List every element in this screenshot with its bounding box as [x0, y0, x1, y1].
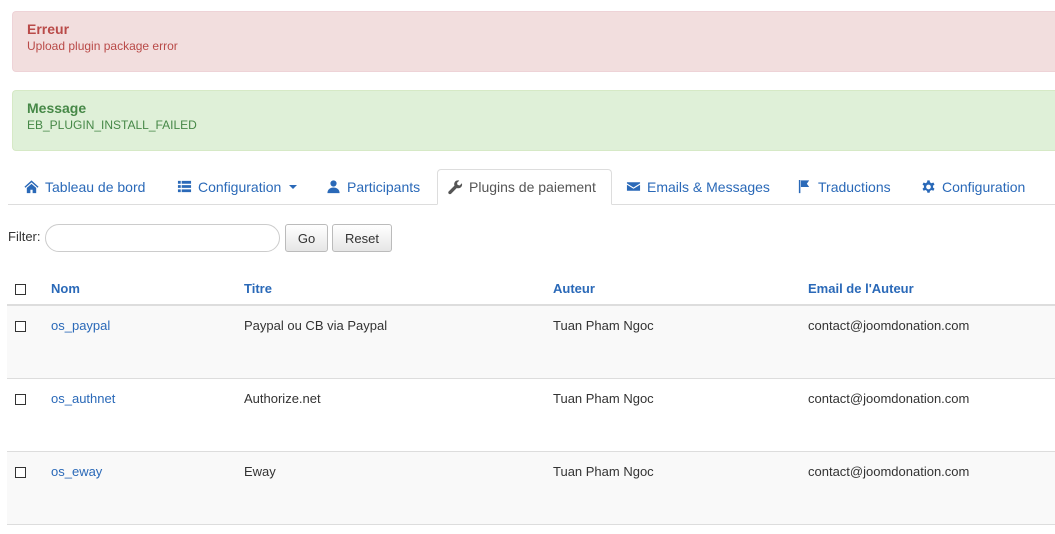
filter-label: Filter: [8, 229, 41, 244]
list-icon [177, 180, 192, 193]
plugin-author-email: contact@joomdonation.com [808, 391, 970, 406]
tab-participants[interactable]: Participants [316, 169, 430, 204]
envelope-icon [626, 182, 641, 191]
tab-emails-messages[interactable]: Emails & Messages [616, 169, 780, 204]
tab-traductions[interactable]: Traductions [787, 169, 901, 204]
row-checkbox[interactable] [15, 467, 26, 478]
column-header-titre[interactable]: Titre [244, 281, 272, 296]
error-alert: Erreur Upload plugin package error [12, 11, 1055, 72]
caret-down-icon [289, 184, 298, 189]
error-text: Upload plugin package error [27, 39, 178, 53]
table-row: os_eway Eway Tuan Pham Ngoc contact@joom… [7, 452, 1055, 525]
message-alert: Message EB_PLUGIN_INSTALL_FAILED [12, 90, 1055, 151]
tab-plugins-de-paiement[interactable]: Plugins de paiement [437, 169, 612, 205]
plugin-author: Tuan Pham Ngoc [553, 464, 654, 479]
table-row: os_authnet Authorize.net Tuan Pham Ngoc … [7, 379, 1055, 452]
message-heading: Message [27, 100, 87, 116]
tab-label: Plugins de paiement [469, 179, 596, 195]
select-all-checkbox[interactable] [15, 284, 26, 295]
tab-tableau-de-bord[interactable]: Tableau de bord [14, 169, 155, 204]
wrench-icon [448, 179, 463, 194]
tab-configuration[interactable]: Configuration [911, 169, 1035, 204]
user-icon [327, 180, 340, 194]
tab-label: Emails & Messages [647, 178, 770, 195]
table-row: os_paypal Paypal ou CB via Paypal Tuan P… [7, 306, 1055, 379]
reset-button[interactable]: Reset [332, 224, 392, 252]
column-header-nom[interactable]: Nom [51, 281, 80, 296]
cog-icon [922, 180, 935, 193]
plugins-table: Nom Titre Auteur Email de l'Auteur os_pa… [7, 270, 1055, 525]
plugin-name-link[interactable]: os_eway [51, 464, 102, 479]
tab-configuration-dropdown[interactable]: Configuration [167, 169, 307, 204]
table-header: Nom Titre Auteur Email de l'Auteur [7, 270, 1055, 306]
tab-label: Tableau de bord [45, 178, 146, 195]
plugin-author-email: contact@joomdonation.com [808, 464, 970, 479]
plugin-title: Authorize.net [244, 391, 321, 406]
tab-label: Participants [347, 178, 421, 195]
message-text: EB_PLUGIN_INSTALL_FAILED [27, 118, 197, 132]
column-header-email[interactable]: Email de l'Auteur [808, 281, 914, 296]
row-checkbox[interactable] [15, 394, 26, 405]
error-heading: Erreur [27, 21, 70, 37]
nav-tabs: Tableau de bord Configuration Participan… [8, 169, 1055, 205]
tab-label: Configuration [198, 178, 282, 195]
plugin-author: Tuan Pham Ngoc [553, 318, 654, 333]
filter-input[interactable] [45, 224, 280, 252]
home-icon [24, 180, 39, 194]
plugin-title: Paypal ou CB via Paypal [244, 318, 388, 333]
row-checkbox[interactable] [15, 321, 26, 332]
plugin-title: Eway [244, 464, 276, 479]
plugin-name-link[interactable]: os_paypal [51, 318, 110, 333]
tab-label: Traductions [818, 178, 891, 195]
plugin-author: Tuan Pham Ngoc [553, 391, 654, 406]
column-header-auteur[interactable]: Auteur [553, 281, 595, 296]
go-button[interactable]: Go [285, 224, 328, 252]
flag-icon [798, 179, 810, 194]
plugin-name-link[interactable]: os_authnet [51, 391, 115, 406]
tab-label: Configuration [942, 178, 1026, 195]
plugin-author-email: contact@joomdonation.com [808, 318, 970, 333]
